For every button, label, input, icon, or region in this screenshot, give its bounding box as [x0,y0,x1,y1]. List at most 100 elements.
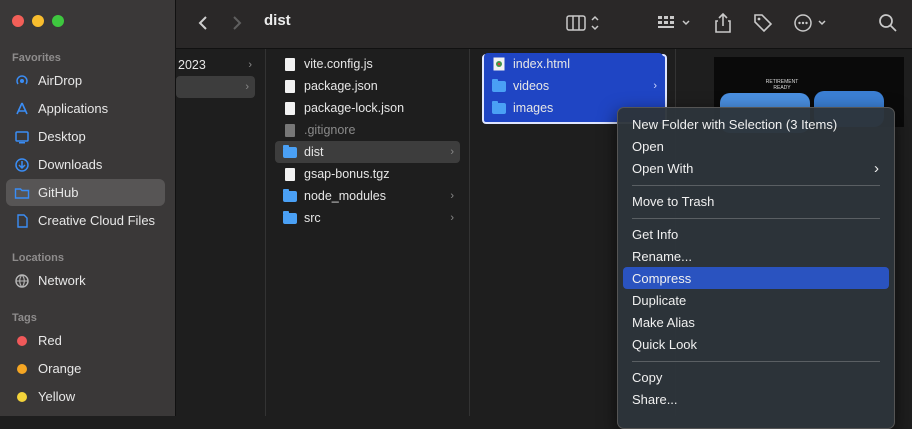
folder-icon [492,78,506,94]
chevron-left-icon [198,16,207,30]
html-file-icon [492,57,506,72]
item-label: vite.config.js [304,57,373,71]
item-label: dist [304,145,324,159]
favorites-heading: Favorites [12,52,61,64]
menu-item-new-folder-with-selection[interactable]: New Folder with Selection (3 Items) [623,113,889,135]
sidebar-item-tag-red[interactable]: Red [6,327,165,354]
list-item[interactable]: videos › [484,75,663,97]
menu-item-make-alias[interactable]: Make Alias [623,311,889,333]
sidebar-item-tag-orange[interactable]: Orange [6,355,165,382]
sidebar-item-label: Creative Cloud Files [38,213,156,228]
sidebar-item-label: Desktop [38,129,86,144]
item-label: images [513,101,554,115]
forward-button[interactable] [230,11,244,35]
menu-item-duplicate[interactable]: Duplicate [623,289,889,311]
menu-separator [632,361,880,362]
item-label: package.json [304,79,378,93]
group-grid-icon [658,16,690,28]
downloads-icon [14,157,30,173]
sidebar-item-tag-yellow[interactable]: Yellow [6,383,165,410]
menu-item-open-with[interactable]: Open With › [623,157,889,179]
menu-separator [632,218,880,219]
sidebar-item-label: Downloads [38,157,103,172]
sidebar-item-airdrop[interactable]: AirDrop [6,67,165,94]
file-icon [283,79,297,94]
list-item[interactable]: dist › [275,141,460,163]
ellipsis-circle-icon [794,14,826,32]
column-view-icon [566,15,599,31]
sidebar-item-github[interactable]: GitHub [6,179,165,206]
menu-separator [632,185,880,186]
orange-tag-dot-icon [17,363,27,374]
window-title: dist [264,12,291,29]
list-item[interactable]: node_modules › [275,185,460,207]
list-item[interactable]: package.json [275,75,460,97]
parent-column: 2023 › › [176,49,266,416]
document-icon [14,213,30,229]
folder-icon [14,185,30,201]
sidebar-item-label: Network [38,273,86,288]
sidebar-item-label: Red [38,333,62,348]
sidebar-item-desktop[interactable]: Desktop [6,123,165,150]
chevron-right-icon: › [248,59,252,71]
item-label: .gitignore [304,123,356,137]
chevron-right-icon: › [450,190,454,202]
project-column: vite.config.js package.json package-lock… [266,49,470,416]
tag-icon [754,14,773,33]
applications-icon [14,101,30,117]
menu-item-quick-look[interactable]: Quick Look [623,333,889,355]
file-icon [283,57,297,72]
list-item[interactable]: index.html [484,53,663,75]
chevron-right-icon: › [450,212,454,224]
item-label: gsap-bonus.tgz [304,167,390,181]
sidebar-item-label: AirDrop [38,73,83,88]
more-actions-button[interactable] [792,11,832,35]
sidebar-item-creative-cloud-files[interactable]: Creative Cloud Files [6,207,165,234]
sidebar-item-label: Orange [38,361,82,376]
item-label: videos [513,79,550,93]
sidebar-item-downloads[interactable]: Downloads [6,151,165,178]
menu-item-share[interactable]: Share... [623,388,889,410]
airdrop-icon [14,73,30,89]
back-button[interactable] [196,11,210,35]
view-mode-button[interactable] [566,11,606,35]
share-button[interactable] [714,11,732,35]
sidebar-item-label: Applications [38,101,109,116]
list-item[interactable]: gsap-bonus.tgz [275,163,460,185]
yellow-tag-dot-icon [17,391,27,402]
sidebar-item-label: Yellow [38,389,76,404]
locations-heading: Locations [12,252,64,264]
list-item[interactable]: src › [275,207,460,229]
context-menu: New Folder with Selection (3 Items) Open… [617,107,895,429]
list-item[interactable]: .gitignore [275,119,460,141]
list-item[interactable]: 2023 › [176,54,258,76]
menu-item-move-to-trash[interactable]: Move to Trash [623,190,889,212]
menu-item-get-info[interactable]: Get Info [623,223,889,245]
folder-icon [492,100,506,116]
sidebar-item-network[interactable]: Network [6,267,165,294]
menu-item-compress[interactable]: Compress [623,267,889,289]
share-icon [715,12,731,33]
menu-item-copy[interactable]: Copy [623,366,889,388]
item-label: index.html [513,57,570,71]
minimize-window-button[interactable] [32,15,44,27]
sidebar-item-applications[interactable]: Applications [6,95,165,122]
item-label: package-lock.json [304,101,405,115]
list-item[interactable]: vite.config.js [275,53,460,75]
search-button[interactable] [878,11,898,35]
menu-item-open[interactable]: Open [623,135,889,157]
sidebar-item-label: GitHub [38,185,79,200]
chevron-right-icon: › [245,81,249,93]
list-item[interactable]: › [176,76,255,98]
tags-heading: Tags [12,312,37,324]
tag-button[interactable] [752,11,774,35]
zoom-window-button[interactable] [52,15,64,27]
group-button[interactable] [656,11,696,35]
list-item[interactable]: package-lock.json [275,97,460,119]
red-tag-dot-icon [17,335,27,346]
menu-item-rename[interactable]: Rename... [623,245,889,267]
network-icon [14,273,30,289]
file-icon [283,123,297,138]
close-window-button[interactable] [12,15,24,27]
chevron-right-icon: › [874,159,879,177]
